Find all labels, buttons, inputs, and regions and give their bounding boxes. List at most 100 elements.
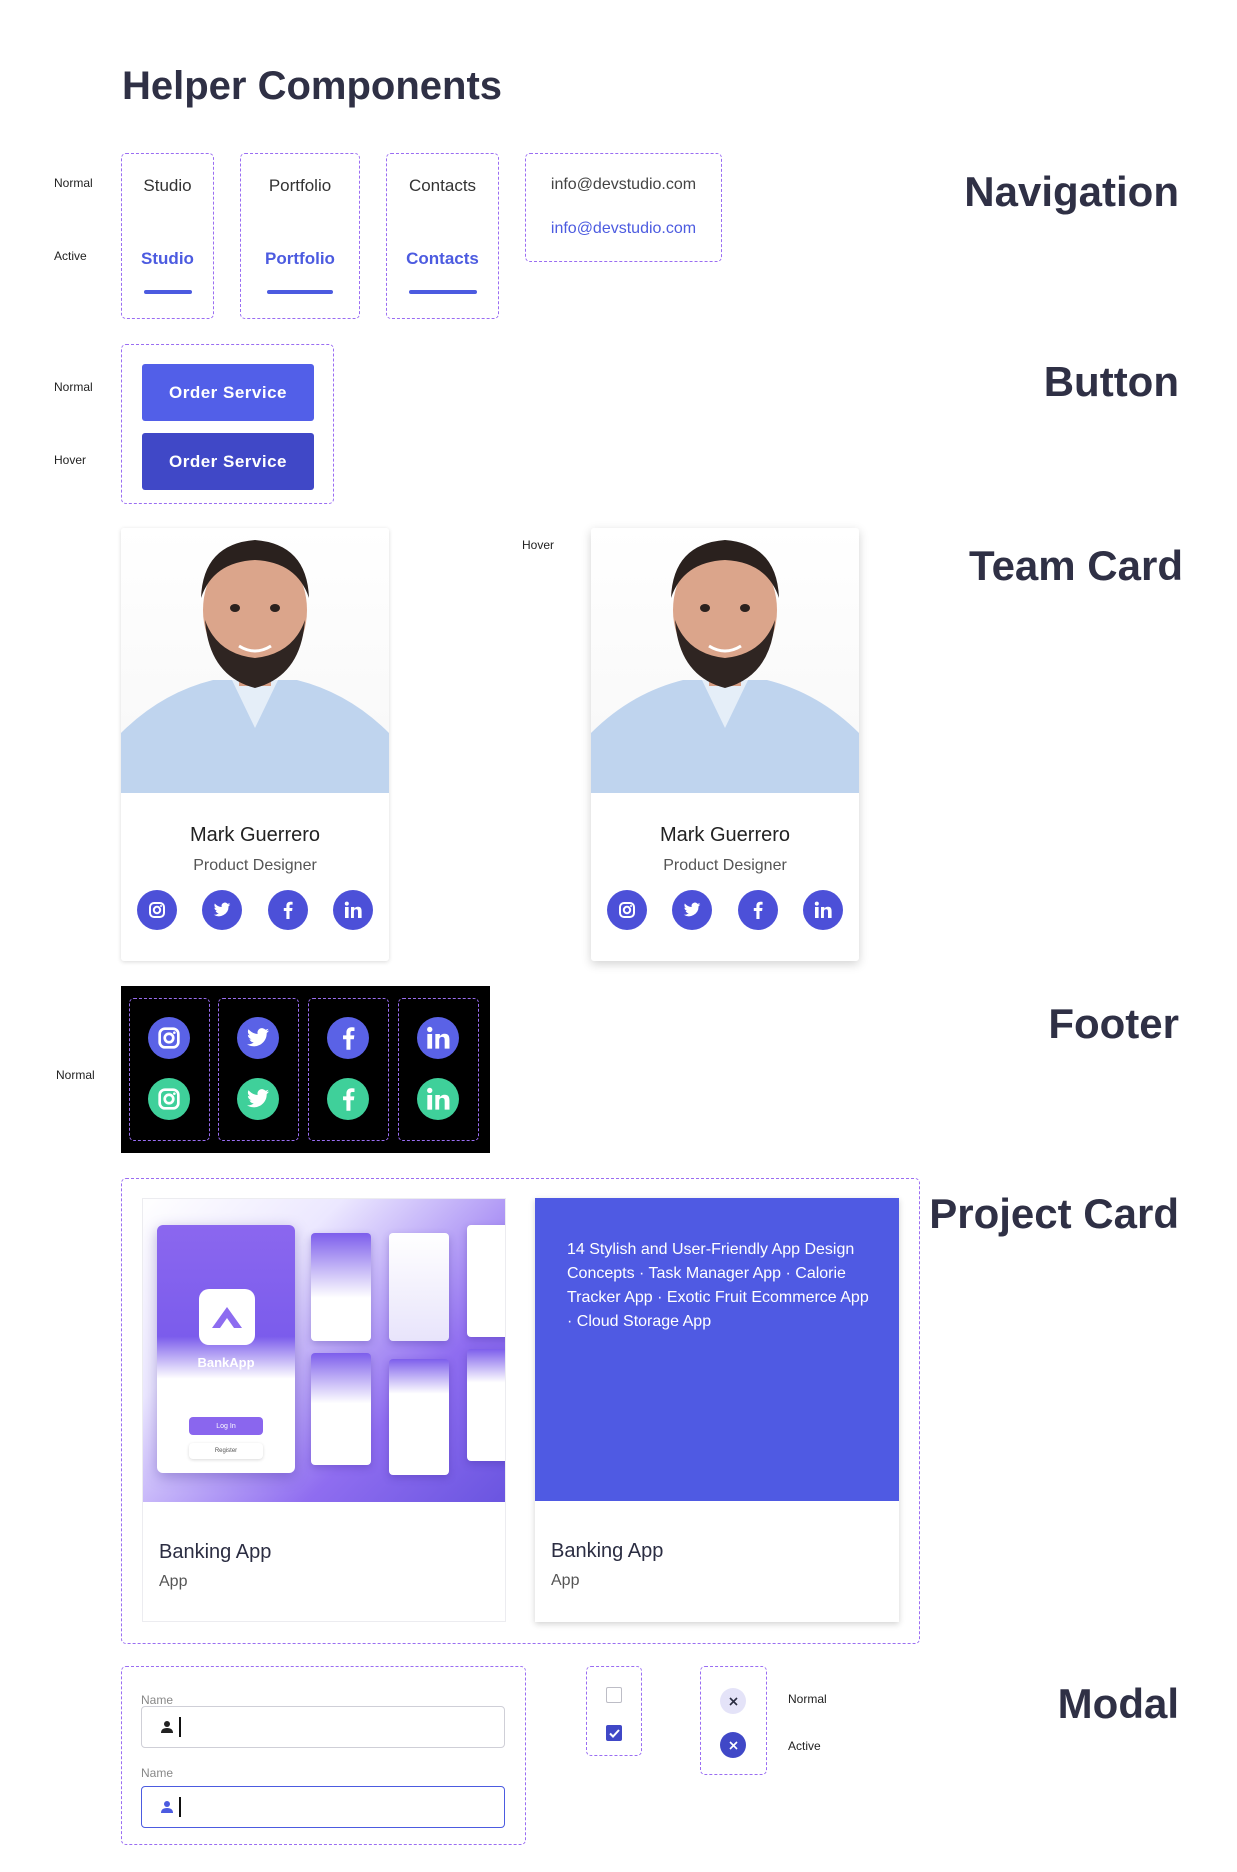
footer-variant-facebook [308, 998, 389, 1141]
linkedin-icon[interactable] [332, 890, 373, 930]
portrait-illustration [591, 540, 859, 793]
facebook-icon[interactable] [327, 1017, 369, 1059]
page-title: Helper Components [122, 64, 503, 108]
nav-variant-email: info@devstudio.com info@devstudio.com [525, 153, 722, 262]
nav-active-underline [409, 290, 477, 294]
state-label-normal: Normal [54, 176, 93, 190]
team-card-hover[interactable]: Mark Guerrero Product Designer [591, 528, 859, 961]
bankapp-logo-icon [199, 1289, 255, 1345]
app-mockup-login-button: Log In [189, 1417, 263, 1435]
nav-email-active[interactable]: info@devstudio.com [526, 220, 721, 238]
name-field-label: Name [141, 1693, 174, 1707]
close-button-active[interactable] [720, 1732, 746, 1758]
state-label-normal: Normal [54, 380, 93, 394]
state-label-normal: Normal [788, 1692, 827, 1706]
section-title-modal: Modal [1057, 1680, 1179, 1727]
nav-variant-contacts: Contacts Contacts [386, 153, 499, 319]
nav-item-portfolio[interactable]: Portfolio [241, 176, 359, 196]
nav-variant-portfolio: Portfolio Portfolio [240, 153, 360, 319]
instagram-icon[interactable] [137, 890, 177, 930]
footer-social-preview [121, 986, 490, 1153]
linkedin-icon[interactable] [802, 890, 843, 930]
instagram-icon-hover[interactable] [148, 1078, 190, 1120]
close-button[interactable] [720, 1688, 746, 1714]
team-member-name: Mark Guerrero [189, 824, 321, 846]
project-category: App [159, 1573, 188, 1590]
app-mockup-screen [467, 1349, 505, 1461]
project-image: BankApp Log In Register [143, 1199, 505, 1502]
nav-item-studio[interactable]: Studio [122, 176, 213, 196]
linkedin-icon-hover[interactable] [417, 1078, 459, 1120]
app-mockup-brand: BankApp [197, 1355, 255, 1370]
project-card[interactable]: BankApp Log In Register Banking App App [142, 1198, 506, 1622]
facebook-icon[interactable] [737, 890, 778, 930]
project-title: Banking App [159, 1541, 272, 1563]
team-member-name: Mark Guerrero [659, 824, 791, 846]
order-service-button[interactable]: Order Service [142, 364, 314, 421]
project-title: Banking App [551, 1540, 664, 1562]
twitter-icon[interactable] [672, 890, 713, 930]
instagram-icon[interactable] [607, 890, 647, 930]
name-field-label: Name [141, 1766, 174, 1780]
app-mockup-screen [389, 1359, 449, 1475]
button-variants: Order Service Order Service [121, 344, 334, 504]
footer-variant-instagram [129, 998, 210, 1141]
section-title-footer: Footer [1048, 1000, 1179, 1047]
facebook-icon[interactable] [267, 890, 308, 930]
app-mockup-screen [311, 1353, 371, 1465]
nav-variant-studio: Studio Studio [121, 153, 214, 319]
user-icon [161, 1721, 173, 1733]
twitter-icon[interactable] [237, 1017, 279, 1059]
modal-input-variants: Name Name [121, 1666, 526, 1845]
section-title-navigation: Navigation [964, 168, 1179, 215]
text-caret [179, 1717, 181, 1737]
team-member-photo [121, 528, 389, 793]
nav-item-studio-active[interactable]: Studio [122, 249, 213, 269]
app-mockup-screen [311, 1233, 371, 1341]
nav-item-contacts-active[interactable]: Contacts [387, 249, 498, 269]
facebook-icon-hover[interactable] [327, 1078, 369, 1120]
state-label-normal: Normal [56, 1068, 95, 1082]
twitter-icon-hover[interactable] [237, 1078, 279, 1120]
footer-variant-linkedin [398, 998, 479, 1141]
nav-item-contacts[interactable]: Contacts [387, 176, 498, 196]
project-card-hover[interactable]: 14 Stylish and User-Friendly App Design … [535, 1198, 899, 1622]
nav-active-underline [144, 290, 192, 294]
name-input-active[interactable] [141, 1786, 505, 1828]
linkedin-icon[interactable] [417, 1017, 459, 1059]
instagram-icon[interactable] [148, 1017, 190, 1059]
team-social-links [137, 890, 373, 930]
close-icon [728, 1696, 738, 1706]
nav-item-portfolio-active[interactable]: Portfolio [241, 249, 359, 269]
project-card-variants: BankApp Log In Register Banking App App … [121, 1178, 920, 1644]
nav-email[interactable]: info@devstudio.com [526, 176, 721, 194]
state-label-active: Active [788, 1739, 821, 1753]
state-label-hover: Hover [522, 538, 555, 552]
checkbox-checked[interactable] [606, 1725, 622, 1741]
section-title-button: Button [1043, 358, 1179, 405]
user-icon [161, 1801, 173, 1813]
app-mockup-phone: BankApp Log In Register [157, 1225, 295, 1473]
app-mockup-register-button: Register [189, 1443, 263, 1459]
team-member-photo [591, 528, 859, 793]
project-description: 14 Stylish and User-Friendly App Design … [567, 1241, 869, 1330]
checkmark-icon [608, 1728, 620, 1738]
checkbox-unchecked[interactable] [606, 1687, 622, 1703]
team-member-role: Product Designer [193, 857, 317, 874]
state-label-active: Active [54, 249, 87, 263]
project-hover-overlay: 14 Stylish and User-Friendly App Design … [535, 1198, 899, 1501]
team-card[interactable]: Mark Guerrero Product Designer [121, 528, 389, 961]
name-input[interactable] [141, 1706, 505, 1748]
team-social-links [607, 890, 843, 930]
order-service-button-hover[interactable]: Order Service [142, 433, 314, 490]
text-caret [179, 1797, 181, 1817]
footer-variant-twitter [218, 998, 299, 1141]
checkbox-variants [586, 1666, 642, 1756]
app-mockup-screen [389, 1233, 449, 1341]
project-category: App [551, 1572, 580, 1589]
twitter-icon[interactable] [202, 890, 243, 930]
portrait-illustration [121, 540, 389, 793]
state-label-hover: Hover [54, 453, 87, 467]
close-icon [728, 1740, 738, 1750]
section-title-team-card: Team Card [969, 542, 1183, 589]
